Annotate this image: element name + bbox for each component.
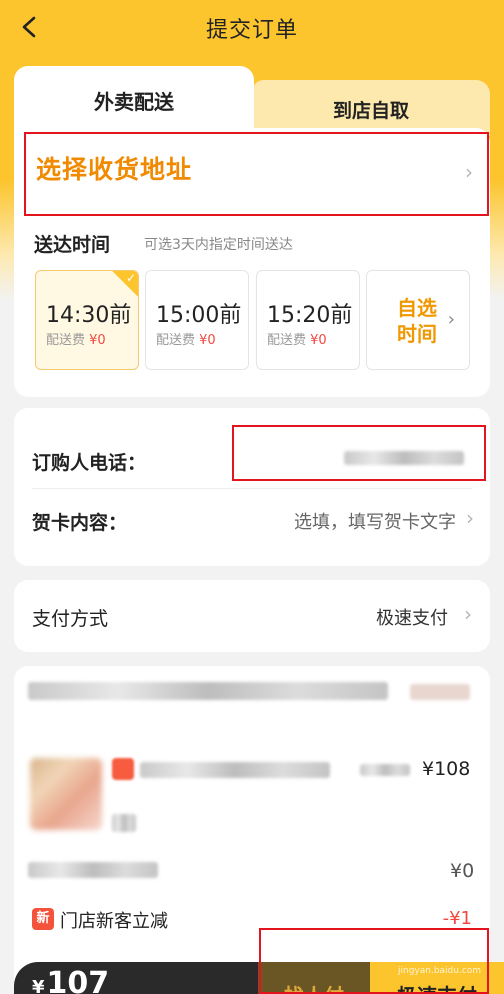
promo-amount: -¥1 [442,908,472,929]
delivery-card: 到店自取 外卖配送 选择收货地址 › 送达时间 可选3天内指定时间送达 ✓ 14… [14,66,490,397]
new-customer-badge: 新 [32,908,54,930]
payment-card[interactable]: 支付方式 极速支付 › [14,580,490,652]
divider [32,488,472,489]
custom-time-label: 自选时间 [397,296,437,346]
payment-label: 支付方式 [32,608,109,630]
card-input[interactable]: 选填，填写贺卡文字 [294,508,456,534]
slot-fee: 配送费 ¥0 [46,333,106,348]
slot-time: 15:20前 [267,303,353,328]
check-icon: ✓ [112,271,138,297]
phone-label: 订购人电话： [32,452,147,474]
nav-bar: 提交订单 [0,0,504,56]
redacted-fee-label [28,862,158,878]
delivery-time-hint: 可选3天内指定时间送达 [144,237,293,253]
promo-label: 门店新客立减 [60,911,168,932]
slot-fee: 配送费 ¥0 [156,333,216,348]
address-selector[interactable]: 选择收货地址 › [24,132,489,216]
delivery-time-title: 送达时间 [34,234,111,256]
redacted-product-name [140,762,330,778]
redacted-quantity [360,764,410,776]
custom-time-slot[interactable]: 自选时间 › [366,270,470,370]
redacted-store-name [28,682,388,700]
redacted-phone [344,451,464,465]
chevron-right-icon: › [464,602,472,626]
slot-fee: 配送费 ¥0 [267,333,327,348]
page-title: 提交订单 [205,18,298,43]
watermark-url: jingyan.baidu.com [398,966,482,976]
tab-delivery[interactable]: 外卖配送 [14,66,254,136]
chevron-right-icon: › [466,506,474,530]
time-slot[interactable]: 15:00前 配送费 ¥0 [145,270,249,370]
time-slot[interactable]: 15:20前 配送费 ¥0 [256,270,360,370]
slot-time: 14:30前 [46,303,132,328]
address-label: 选择收货地址 [36,155,193,184]
phone-field[interactable] [232,425,486,481]
contact-card: 订购人电话： 贺卡内容： 选填，填写贺卡文字 › [14,408,490,566]
slot-time: 15:00前 [156,303,242,328]
watermark-logo: Baidu经验 [380,938,485,962]
total-price: ¥107 [32,966,110,994]
chevron-right-icon: › [447,309,455,330]
redacted-spec [112,814,136,832]
redacted-tag [410,684,470,700]
time-slot[interactable]: ✓ 14:30前 配送费 ¥0 [35,270,139,370]
product-image [30,758,102,830]
chevron-right-icon: › [465,160,473,184]
fee-price: ¥0 [450,860,475,882]
payment-value: 极速支付 [376,608,448,629]
redacted-badge [112,758,134,780]
item-price: ¥108 [422,758,471,780]
card-label: 贺卡内容： [32,512,128,534]
